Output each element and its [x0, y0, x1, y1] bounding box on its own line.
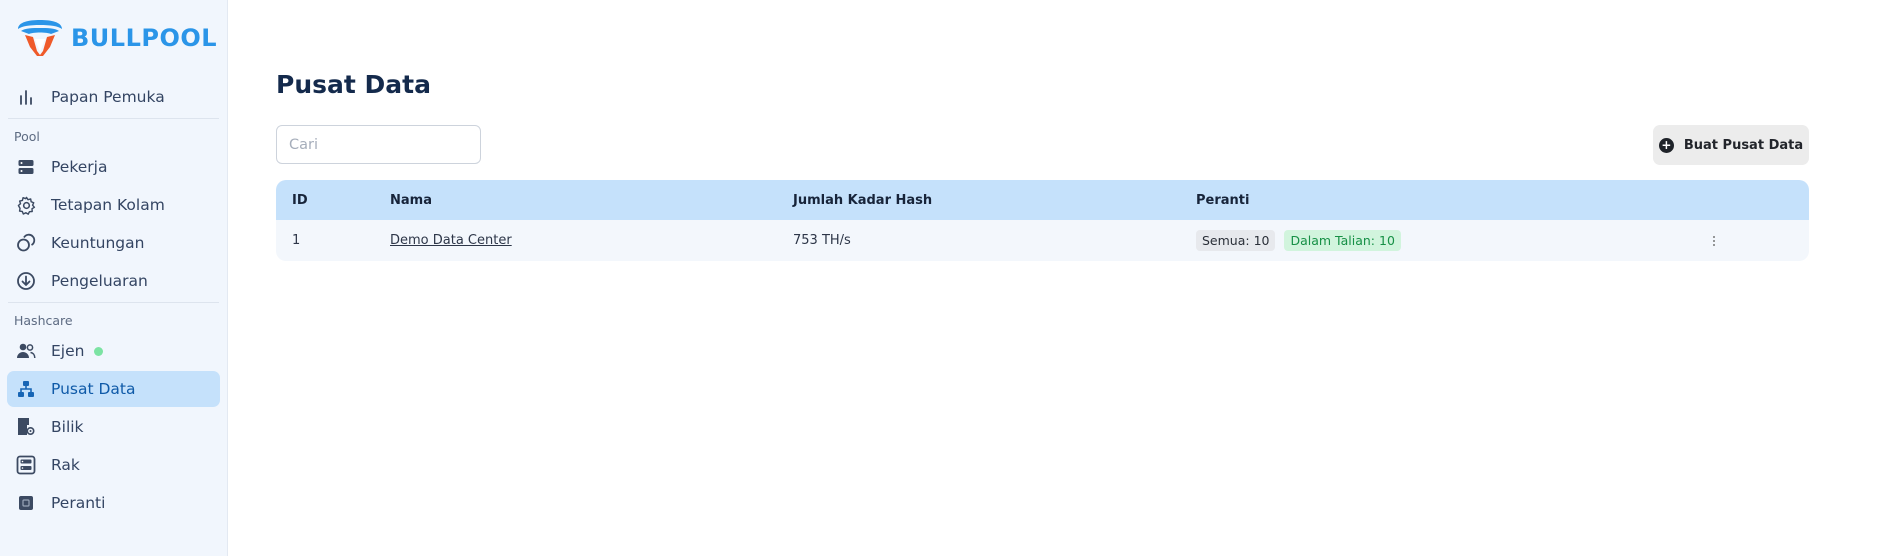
- server-icon: [15, 156, 37, 178]
- main-content: Pusat Data + Buat Pusat Data ID Nama Jum…: [228, 0, 1890, 556]
- table-row: 1 Demo Data Center 753 TH/s Semua: 10 Da…: [276, 220, 1809, 261]
- cell-id: 1: [292, 233, 301, 248]
- sidebar-item-pengeluaran[interactable]: Pengeluaran: [7, 263, 220, 299]
- table-header: ID Nama Jumlah Kadar Hash Peranti: [276, 180, 1809, 220]
- gear-icon: [15, 194, 37, 216]
- section-label-hashcare: Hashcare: [14, 312, 73, 328]
- sidebar-item-rak[interactable]: Rak: [7, 447, 220, 483]
- sidebar-item-pusat-data[interactable]: Pusat Data: [7, 371, 220, 407]
- row-menu-icon[interactable]: [1708, 232, 1720, 250]
- online-status-dot: [94, 346, 104, 356]
- sidebar: BULLPOOL Papan Pemuka Pool Pekerja Tetap…: [0, 0, 228, 556]
- sidebar-item-papan-pemuka[interactable]: Papan Pemuka: [7, 79, 220, 115]
- divider: [8, 118, 219, 119]
- sidebar-item-ejen[interactable]: Ejen: [7, 333, 220, 369]
- cell-devices: Semua: 10 Dalam Talian: 10: [1196, 230, 1708, 251]
- sidebar-item-peranti[interactable]: Peranti: [7, 485, 220, 521]
- search-input[interactable]: [276, 125, 481, 164]
- rack-icon: [15, 454, 37, 476]
- plus-circle-icon: +: [1658, 137, 1674, 153]
- page-title: Pusat Data: [276, 70, 431, 99]
- brand-name: BULLPOOL: [71, 24, 218, 52]
- sidebar-item-label: Keuntungan: [51, 234, 145, 252]
- create-data-center-button[interactable]: + Buat Pusat Data: [1653, 125, 1809, 165]
- divider: [8, 302, 219, 303]
- column-header-name[interactable]: Nama: [390, 193, 793, 208]
- sidebar-item-label: Tetapan Kolam: [51, 196, 165, 214]
- sidebar-item-label: Peranti: [51, 494, 106, 512]
- devices-all-badge: Semua: 10: [1196, 230, 1276, 251]
- sitemap-icon: [15, 378, 37, 400]
- cell-hashrate: 753 TH/s: [793, 233, 851, 248]
- data-center-table: ID Nama Jumlah Kadar Hash Peranti 1 Demo…: [276, 180, 1809, 261]
- bull-logo-icon: [18, 20, 62, 56]
- sidebar-item-pekerja[interactable]: Pekerja: [7, 149, 220, 185]
- bar-chart-icon: [15, 86, 37, 108]
- sidebar-item-label: Papan Pemuka: [51, 88, 165, 106]
- sidebar-item-tetapan-kolam[interactable]: Tetapan Kolam: [7, 187, 220, 223]
- sidebar-item-label: Rak: [51, 456, 80, 474]
- column-header-hashrate[interactable]: Jumlah Kadar Hash: [793, 193, 1196, 208]
- devices-online-badge: Dalam Talian: 10: [1284, 230, 1401, 251]
- section-label-pool: Pool: [14, 128, 40, 144]
- sidebar-item-label: Ejen: [51, 342, 85, 360]
- sidebar-item-keuntungan[interactable]: Keuntungan: [7, 225, 220, 261]
- sidebar-item-label: Pengeluaran: [51, 272, 148, 290]
- users-icon: [15, 340, 37, 362]
- data-center-name-link[interactable]: Demo Data Center: [390, 233, 512, 248]
- sidebar-item-bilik[interactable]: Bilik: [7, 409, 220, 445]
- sidebar-item-label: Bilik: [51, 418, 84, 436]
- room-gear-icon: [15, 416, 37, 438]
- create-data-center-label: Buat Pusat Data: [1683, 137, 1804, 153]
- column-header-id[interactable]: ID: [276, 193, 390, 208]
- download-circle-icon: [15, 270, 37, 292]
- sidebar-item-label: Pekerja: [51, 158, 108, 176]
- sidebar-item-label: Pusat Data: [51, 380, 136, 398]
- coins-icon: [15, 232, 37, 254]
- column-header-devices[interactable]: Peranti: [1196, 193, 1708, 208]
- chip-icon: [15, 492, 37, 514]
- brand-logo[interactable]: BULLPOOL: [7, 0, 220, 76]
